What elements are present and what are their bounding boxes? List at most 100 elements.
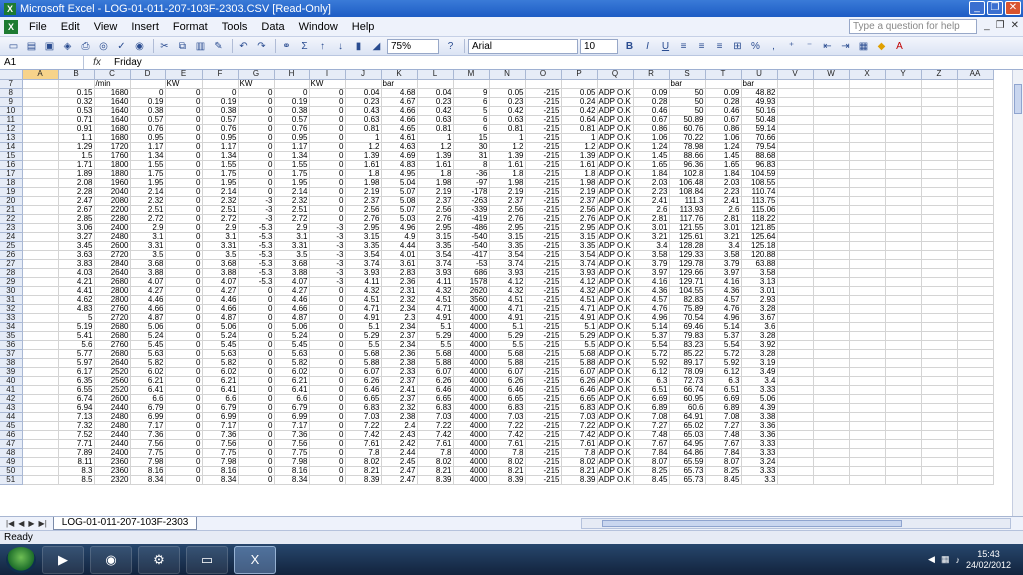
cell[interactable]: 1.17 [202, 142, 239, 152]
cell[interactable]: 1.95 [202, 178, 239, 188]
cell[interactable] [777, 187, 814, 197]
cell[interactable]: 7.36 [130, 430, 166, 440]
cell[interactable]: 0 [238, 322, 275, 332]
cell[interactable] [957, 430, 994, 440]
cell[interactable] [957, 286, 994, 296]
cell[interactable]: 63.88 [741, 259, 778, 269]
cell[interactable]: 7.61 [489, 439, 526, 449]
cell[interactable]: 3.5 [130, 250, 166, 260]
cell[interactable] [22, 79, 59, 89]
cell[interactable]: 2800 [94, 295, 131, 305]
cell[interactable]: ADP O.K [597, 250, 634, 260]
cell[interactable]: 0 [165, 133, 203, 143]
select-all-corner[interactable] [0, 70, 23, 80]
cell[interactable]: -215 [525, 466, 562, 476]
row-header[interactable]: 30 [0, 286, 23, 296]
cell[interactable]: 4.91 [489, 313, 526, 323]
cell[interactable] [957, 349, 994, 359]
cell[interactable]: 4000 [453, 430, 490, 440]
cell[interactable]: 3.68 [130, 259, 166, 269]
cell[interactable]: -215 [525, 358, 562, 368]
cell[interactable] [813, 232, 850, 242]
cell[interactable] [22, 232, 59, 242]
cell[interactable] [777, 313, 814, 323]
cell[interactable] [813, 295, 850, 305]
cell[interactable]: 3.68 [274, 259, 310, 269]
cell[interactable]: 5.92 [633, 358, 670, 368]
cell[interactable]: ADP O.K [597, 214, 634, 224]
cell[interactable]: 129.71 [669, 277, 706, 287]
cell[interactable] [777, 88, 814, 98]
cell[interactable]: 3.5 [274, 250, 310, 260]
cell[interactable]: 2.76 [489, 214, 526, 224]
cell[interactable]: 0.81 [345, 124, 382, 134]
column-header[interactable]: U [741, 70, 778, 80]
cell[interactable] [921, 304, 958, 314]
cell[interactable]: 0.38 [202, 106, 239, 116]
cell[interactable]: 0.76 [130, 124, 166, 134]
cell[interactable]: 5.82 [130, 358, 166, 368]
cell[interactable] [849, 376, 886, 386]
cell[interactable]: 3.19 [741, 358, 778, 368]
cell[interactable] [885, 97, 922, 107]
cell[interactable]: 1640 [94, 106, 131, 116]
row-header[interactable]: 40 [0, 376, 23, 386]
cell[interactable] [957, 421, 994, 431]
cell[interactable]: 2600 [94, 394, 131, 404]
cell[interactable] [921, 349, 958, 359]
cell[interactable] [22, 358, 59, 368]
cell[interactable]: ADP O.K [597, 232, 634, 242]
cell[interactable]: ADP O.K [597, 394, 634, 404]
cell[interactable]: 1.84 [633, 169, 670, 179]
cell[interactable] [885, 385, 922, 395]
cell[interactable]: 4.76 [633, 304, 670, 314]
cell[interactable] [957, 313, 994, 323]
cell[interactable]: 2520 [94, 385, 131, 395]
cell[interactable]: 4.39 [741, 403, 778, 413]
cell[interactable]: 5.6 [58, 340, 95, 350]
cell[interactable]: 4000 [453, 376, 490, 386]
row-header[interactable]: 49 [0, 457, 23, 467]
cell[interactable]: ADP O.K [597, 466, 634, 476]
cell[interactable]: 121.55 [669, 223, 706, 233]
cell[interactable]: 8.07 [633, 457, 670, 467]
cell[interactable] [957, 358, 994, 368]
cell[interactable] [813, 322, 850, 332]
cell[interactable]: 8.07 [705, 457, 742, 467]
cell[interactable] [22, 430, 59, 440]
cell[interactable]: 4.51 [417, 295, 454, 305]
cell[interactable]: 2440 [94, 439, 131, 449]
cell[interactable]: 6 [453, 115, 490, 125]
cell[interactable] [921, 313, 958, 323]
cell[interactable]: 2440 [94, 430, 131, 440]
cell[interactable]: 59.14 [741, 124, 778, 134]
cell[interactable]: 1.34 [202, 151, 239, 161]
cell[interactable] [957, 340, 994, 350]
cell[interactable] [22, 250, 59, 260]
cell[interactable]: 2.47 [58, 196, 95, 206]
row-header[interactable]: 34 [0, 322, 23, 332]
cell[interactable]: 6.99 [274, 412, 310, 422]
format-painter-icon[interactable]: ✎ [211, 39, 226, 54]
cell[interactable]: 6.65 [417, 394, 454, 404]
cell[interactable]: 3.68 [202, 259, 239, 269]
cell[interactable]: 15 [453, 133, 490, 143]
cell[interactable] [813, 475, 850, 485]
cell[interactable]: 2.03 [633, 178, 670, 188]
cell[interactable]: 4000 [453, 367, 490, 377]
cell[interactable] [885, 205, 922, 215]
cell[interactable]: -3 [309, 250, 346, 260]
cell[interactable]: 5.68 [561, 349, 598, 359]
new-icon[interactable]: ▭ [6, 39, 21, 54]
cell[interactable]: 5.14 [705, 322, 742, 332]
cell[interactable]: 2640 [94, 268, 131, 278]
cell[interactable]: 2.36 [381, 349, 418, 359]
cell[interactable]: 0 [165, 106, 203, 116]
row-header[interactable]: 28 [0, 268, 23, 278]
cell[interactable]: 0 [309, 475, 346, 485]
cell[interactable]: ADP O.K [597, 304, 634, 314]
menu-view[interactable]: View [87, 21, 125, 33]
cell[interactable]: KW [238, 79, 275, 89]
cell[interactable]: 1.39 [345, 151, 382, 161]
cell[interactable] [957, 241, 994, 251]
